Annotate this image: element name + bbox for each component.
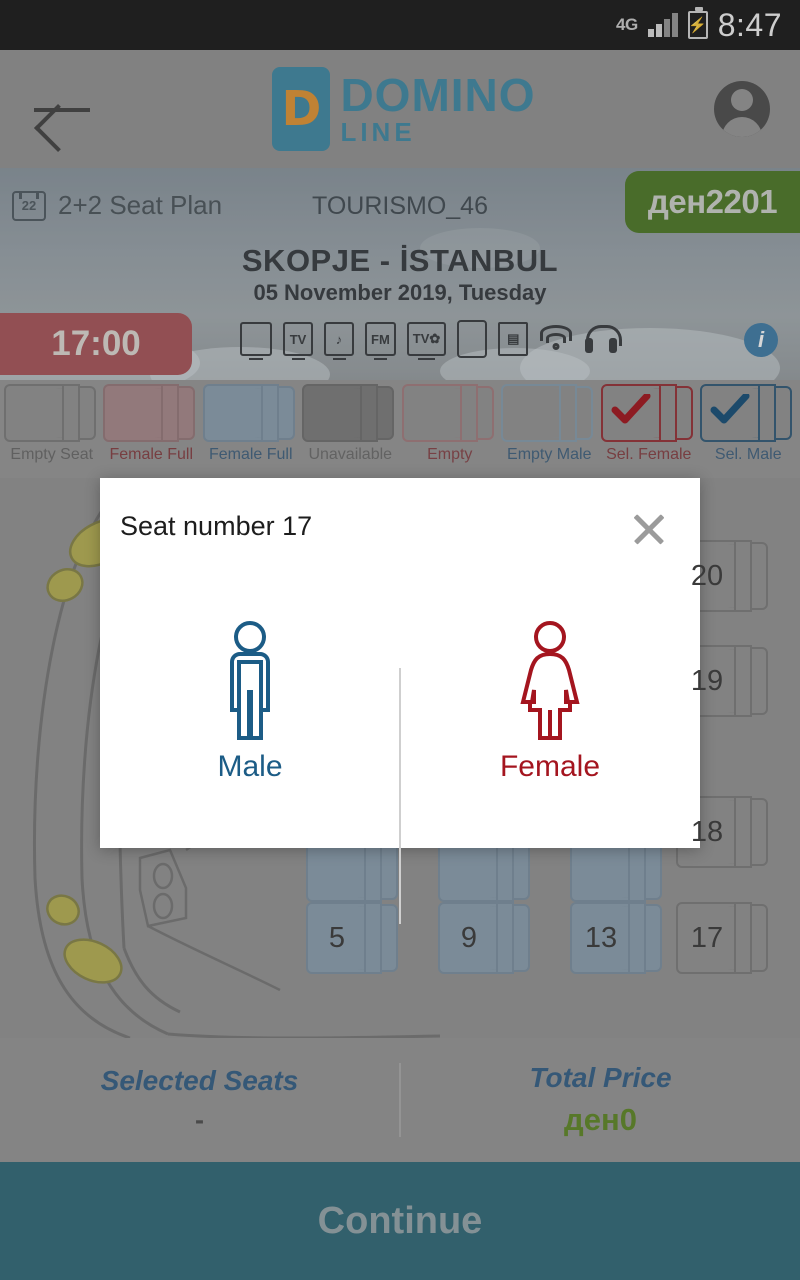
female-option-label: Female — [499, 750, 601, 783]
seat-number-label — [306, 830, 368, 902]
seat-number-label — [570, 830, 632, 902]
female-person-icon — [520, 621, 580, 740]
seat-number-label: 9 — [460, 921, 478, 954]
close-icon[interactable] — [628, 508, 670, 550]
seat-number-label: 17 — [690, 921, 724, 954]
seat-number-label: 19 — [690, 664, 724, 697]
seat-number-label: 18 — [690, 815, 724, 848]
male-option[interactable]: Male — [100, 574, 400, 848]
dialog-divider — [399, 668, 401, 924]
seat-number-label: 20 — [690, 559, 724, 592]
seat-number-label: 13 — [584, 921, 618, 954]
male-person-icon — [230, 621, 270, 740]
female-option[interactable]: Female — [400, 574, 700, 848]
male-option-label: Male — [217, 750, 283, 783]
gender-select-dialog: Seat number 17 Male Female — [100, 478, 700, 924]
dialog-title: Seat number 17 — [120, 511, 313, 541]
seat-number-label: 5 — [328, 921, 346, 954]
seat-number-label — [438, 830, 500, 902]
